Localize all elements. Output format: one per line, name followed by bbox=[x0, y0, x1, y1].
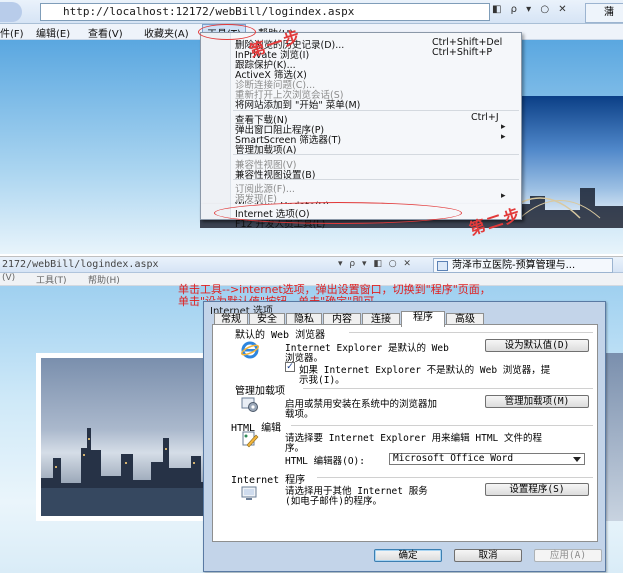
ok-button[interactable]: 确定 bbox=[374, 549, 442, 562]
browser-tab[interactable]: 蒲 bbox=[585, 3, 623, 23]
night-skyline bbox=[41, 428, 221, 516]
browser-tab[interactable]: 菏泽市立医院-预算管理与... bbox=[433, 258, 613, 273]
menu-edit[interactable]: 编辑(E) bbox=[36, 25, 70, 40]
submenu-arrow-icon: ▸ bbox=[501, 122, 506, 132]
page-icon bbox=[437, 261, 448, 271]
menu-favorites[interactable]: 收藏夹(A) bbox=[144, 25, 189, 40]
menu-file[interactable]: 件(F) bbox=[0, 25, 24, 40]
menu-item-add-to-start[interactable]: 将网站添加到 "开始" 菜单(M) bbox=[235, 97, 360, 111]
bottom-screenshot: 2172/webBill/logindex.aspx ▾ ρ ▾ ◧ ○ ✕ 菏… bbox=[0, 256, 623, 573]
html-editor-label: HTML 编辑器(O): bbox=[285, 456, 365, 467]
html-editor-value: Microsoft Office Word bbox=[393, 453, 514, 464]
addons-text-line2: 载项。 bbox=[285, 409, 314, 420]
address-controls[interactable]: ▾ ρ ▾ ◧ ○ ✕ bbox=[338, 259, 413, 269]
menu-view[interactable]: (V) bbox=[2, 273, 15, 283]
submenu-arrow-icon: ▸ bbox=[501, 132, 506, 142]
submenu-arrow-icon: ▸ bbox=[501, 191, 506, 201]
menu-view[interactable]: 查看(V) bbox=[88, 25, 123, 40]
photo-edge bbox=[604, 353, 623, 521]
menu-tools[interactable]: 工具(T) bbox=[36, 273, 67, 286]
tab-label: 菏泽市立医院-预算管理与... bbox=[452, 260, 576, 271]
internet-programs-icon bbox=[241, 486, 257, 500]
programs-tab-panel: 默认的 Web 浏览器 Internet Explorer 是默认的 Web 浏… bbox=[212, 324, 598, 542]
address-controls[interactable]: ◧ ρ ▾ ○ ✕ bbox=[492, 4, 570, 15]
ie-logo-icon bbox=[241, 341, 259, 359]
city-night-photo bbox=[36, 353, 226, 521]
html-editor-select[interactable]: Microsoft Office Word bbox=[389, 453, 585, 465]
shortcut-downloads: Ctrl+J bbox=[471, 112, 499, 123]
back-button[interactable] bbox=[0, 2, 22, 22]
prompt-default-checkbox[interactable]: ✓ bbox=[285, 362, 295, 372]
menu-separator bbox=[233, 154, 519, 155]
addons-gear-icon bbox=[241, 397, 258, 412]
html-editor-pencil-icon bbox=[242, 431, 259, 448]
menu-separator bbox=[233, 179, 519, 180]
html-editing-text-line2: 序。 bbox=[285, 443, 305, 454]
cancel-button[interactable]: 取消 bbox=[454, 549, 522, 562]
chevron-down-icon bbox=[573, 457, 581, 462]
prompt-default-label-line2: 示我(I)。 bbox=[299, 375, 345, 386]
set-programs-button[interactable]: 设置程序(S) bbox=[485, 483, 589, 496]
make-default-button[interactable]: 设为默认值(D) bbox=[485, 339, 589, 352]
address-input[interactable]: http://localhost:12172/webBill/logindex.… bbox=[40, 3, 490, 21]
tools-dropdown-menu: 删除浏览的历史记录(D)... Ctrl+Shift+Del InPrivate… bbox=[200, 32, 522, 230]
address-input[interactable]: 2172/webBill/logindex.aspx bbox=[2, 259, 159, 270]
top-screenshot: http://localhost:12172/webBill/logindex.… bbox=[0, 0, 623, 254]
menu-help[interactable]: 帮助(H) bbox=[88, 273, 120, 286]
ie-address-bar: http://localhost:12172/webBill/logindex.… bbox=[0, 0, 623, 24]
manage-addons-button[interactable]: 管理加载项(M) bbox=[485, 395, 589, 408]
internet-programs-text-line2: (如电子邮件)的程序。 bbox=[285, 496, 382, 507]
apply-button[interactable]: 应用(A) bbox=[534, 549, 602, 562]
menu-separator bbox=[233, 110, 519, 111]
annotation-circle-internet-options bbox=[214, 202, 462, 224]
html-editing-text-line1: 请选择要 Internet Explorer 用来编辑 HTML 文件的程 bbox=[285, 433, 542, 444]
group-title-default-browser: 默认的 Web 浏览器 bbox=[235, 330, 326, 341]
shortcut-inprivate: Ctrl+Shift+P bbox=[432, 47, 493, 58]
internet-options-dialog: Internet 选项 常规 安全 隐私 内容 连接 程序 高级 默认的 Web… bbox=[203, 301, 606, 572]
tab-programs[interactable]: 程序 bbox=[401, 311, 445, 327]
ie-address-bar: 2172/webBill/logindex.aspx ▾ ρ ▾ ◧ ○ ✕ 菏… bbox=[0, 257, 623, 273]
